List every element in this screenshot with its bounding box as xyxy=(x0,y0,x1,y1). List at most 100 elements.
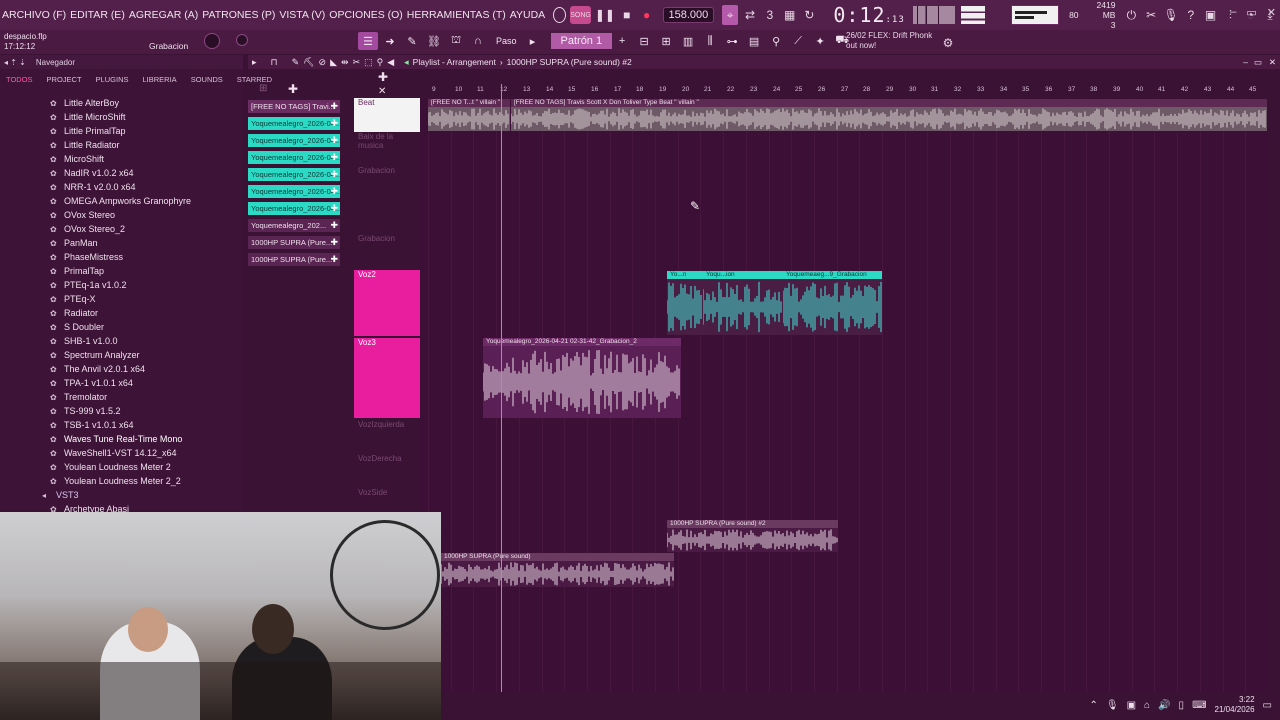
browser-nav-icon[interactable]: ◂ ⇡ ⇣ xyxy=(4,58,26,67)
news-settings-icon[interactable]: ⚙ xyxy=(938,33,958,53)
slip-tool-icon[interactable]: ⇹ xyxy=(341,57,349,68)
master-pitch-knob[interactable] xyxy=(236,34,248,46)
help-icon[interactable]: ? xyxy=(1183,5,1199,25)
tab-todos[interactable]: TODOS xyxy=(6,75,33,89)
plugin-item[interactable]: ✿ NRR-1 v2.0.0 x64 xyxy=(0,180,243,194)
magnet-icon[interactable]: ∩ xyxy=(468,32,488,50)
tray-battery-icon[interactable]: ▯ xyxy=(1179,700,1185,711)
pencil-icon[interactable]: ✎ xyxy=(402,32,422,50)
plugin-item[interactable]: ✿ PrimalTap xyxy=(0,264,243,278)
plugin-item[interactable]: ✿ TSB-1 v1.0.1 x64 xyxy=(0,418,243,432)
clip-voz2-c[interactable]: Yoquemeaeg...9_Grabacion xyxy=(783,271,882,335)
plugin-item[interactable]: ✿ TPA-1 v1.0.1 x64 xyxy=(0,376,243,390)
next-arrow-icon[interactable]: ➜ xyxy=(380,32,400,50)
menu-opciones[interactable]: OPCIONES (O) xyxy=(327,9,405,21)
pattern-list-item[interactable]: Yoquemealegro_2026-04... ✚ xyxy=(248,202,340,215)
select-tool-icon[interactable]: ⬚ xyxy=(364,57,373,68)
track-header-2[interactable]: Baix de la musica xyxy=(354,132,420,166)
plugin-item[interactable]: ✿ Radiator xyxy=(0,306,243,320)
playlist-close-icon[interactable]: ✕ xyxy=(1269,57,1276,68)
pattern-list-item[interactable]: 1000HP SUPRA (Pure... ✚ xyxy=(248,253,340,266)
menu-agregar[interactable]: AGREGAR (A) xyxy=(127,9,200,21)
maximize-icon[interactable]: ▭ xyxy=(1246,6,1256,19)
plugin-item[interactable]: ✿ Little PrimalTap xyxy=(0,124,243,138)
record-icon[interactable]: ● xyxy=(639,5,655,25)
blend-notes-icon[interactable]: ▦ xyxy=(782,5,798,25)
notifications-icon[interactable]: ▭ xyxy=(1263,700,1272,711)
plugin-icon[interactable]: ⚲ xyxy=(766,32,786,50)
pattern-add-icon[interactable]: ✚ xyxy=(330,220,338,231)
clip-voz2-b[interactable]: Yoqu...ion xyxy=(703,271,783,335)
playback-tool-icon[interactable]: ◀ xyxy=(387,57,394,68)
pattern-add-icon[interactable]: ✚ xyxy=(288,82,298,96)
clip-beat-a[interactable]: [FREE NO T...t " villain " xyxy=(428,99,510,131)
clip-supra-2[interactable]: 1000HP SUPRA (Pure sound) #2 xyxy=(667,520,838,552)
play-pattern-icon[interactable]: ▸ xyxy=(523,32,543,50)
mute-tool-icon[interactable]: ◣ xyxy=(330,57,337,68)
plugin-item[interactable]: ✿ Spectrum Analyzer xyxy=(0,348,243,362)
news-ticker[interactable]: 26/02 FLEX: Drift Phonk out now! xyxy=(846,31,932,51)
pattern-picker-icon[interactable]: ⊞ xyxy=(259,83,267,94)
clip-voz2-a[interactable]: Yo...n xyxy=(667,271,703,335)
record-mode-icon[interactable] xyxy=(553,7,567,23)
countdown-icon[interactable]: 3 xyxy=(762,5,778,25)
piano-roll-icon[interactable]: ▥ xyxy=(678,32,698,50)
plugin-item[interactable]: ✿ OVox Stereo_2 xyxy=(0,222,243,236)
wand-icon[interactable]: ✦ xyxy=(810,32,830,50)
tools-icon[interactable]: ✂ xyxy=(1143,5,1159,25)
plugin-item[interactable]: ✿ Youlean Loudness Meter 2_2 xyxy=(0,474,243,488)
delete-tool-icon[interactable]: ⊘ xyxy=(319,57,327,68)
network-icon[interactable]: ⊶ xyxy=(722,32,742,50)
menu-herramientas[interactable]: HERRAMIENTAS (T) xyxy=(405,9,508,21)
pattern-list-item[interactable]: 1000HP SUPRA (Pure... ✚ xyxy=(248,236,340,249)
pattern-add-icon[interactable]: ✚ xyxy=(330,118,338,129)
clip-voz3[interactable]: Yoquemealegro_2026-04-21 02-31-42_Grabac… xyxy=(483,338,681,418)
tempo-display[interactable]: 158.000 xyxy=(662,7,715,23)
plugin-item[interactable]: ✿ NadIR v1.0.2 x64 xyxy=(0,166,243,180)
plugin-item[interactable]: ✿ PanMan xyxy=(0,236,243,250)
menu-ayuda[interactable]: AYUDA xyxy=(508,9,547,21)
plugin-item[interactable]: ✿ The Anvil v2.0.1 x64 xyxy=(0,362,243,376)
track-close-icon[interactable]: ✕ xyxy=(378,86,386,97)
wait-input-icon[interactable]: ⇄ xyxy=(742,5,758,25)
menu-vista[interactable]: VISTA (V) xyxy=(277,9,327,21)
master-volume-knob[interactable] xyxy=(204,33,220,49)
track-header-7[interactable]: VozIzquierda xyxy=(354,420,420,452)
menu-editar[interactable]: EDITAR (E) xyxy=(68,9,127,21)
pattern-list-item[interactable]: Yoquemealegro_2026-04... ✚ xyxy=(248,151,340,164)
plugin-item-highlighted[interactable]: ✿ Waves Tune Real-Time Mono xyxy=(0,432,243,446)
plugin-item[interactable]: ✿ Little AlterBoy xyxy=(0,96,243,110)
mic-icon[interactable]: 🎙 xyxy=(1163,5,1179,25)
pause-icon[interactable]: ❚❚ xyxy=(595,5,615,25)
zoom-tool-icon[interactable]: ⚲ xyxy=(377,57,384,68)
track-header-3[interactable]: Grabacion xyxy=(354,166,420,200)
pattern-list-item[interactable]: Yoquemealegro_2026-04... ✚ xyxy=(248,134,340,147)
minimize-icon[interactable]: – xyxy=(1230,6,1236,19)
plugin-item[interactable]: ✿ OMEGA Ampworks Granophyre xyxy=(0,194,243,208)
pattern-list-item[interactable]: [FREE NO TAGS] Travi... ✚ xyxy=(248,100,340,113)
slice-tool-icon[interactable]: ✂ xyxy=(353,57,361,68)
taskbar-clock[interactable]: 3:22 21/04/2026 xyxy=(1215,695,1255,715)
draw-tool-icon[interactable]: ✎ xyxy=(292,57,300,68)
pattern-list-item[interactable]: Yoquemealegro_2026-04... ✚ xyxy=(248,185,340,198)
pattern-add-icon[interactable]: ✚ xyxy=(330,101,338,112)
plugin-item[interactable]: ✿ Little MicroShift xyxy=(0,110,243,124)
mixer-view-icon[interactable]: ⊟ xyxy=(634,32,654,50)
loop-record-icon[interactable]: ↻ xyxy=(802,5,818,25)
plugin-item[interactable]: ✿ Tremolator xyxy=(0,390,243,404)
menu-archivo[interactable]: ARCHIVO (F) xyxy=(0,9,68,21)
pattern-add-icon[interactable]: ✚ xyxy=(330,135,338,146)
metronome-icon[interactable]: ⌖ xyxy=(722,5,739,25)
timeline-ruler[interactable]: 9 10 11 12 13 14 15 16 17 18 19 20 21 22 23 24 25 26 27 28 2… xyxy=(428,84,1268,98)
tray-mic-icon[interactable]: 🎙 xyxy=(1106,700,1119,711)
playhead[interactable] xyxy=(501,84,502,694)
song-time-display[interactable]: 0:12:13 xyxy=(833,3,904,27)
save-icon[interactable]: ▣ xyxy=(1203,5,1219,25)
power-icon[interactable]: ⏻ xyxy=(1123,5,1139,25)
pattern-list-item[interactable]: Yoquemealegro_2026-04... ✚ xyxy=(248,117,340,130)
playlist-maximize-icon[interactable]: ▭ xyxy=(1254,57,1262,68)
tray-app-icon[interactable]: ▣ xyxy=(1127,700,1136,711)
plugin-item[interactable]: ✿ OVox Stereo xyxy=(0,208,243,222)
track-header-voz2[interactable]: Voz2 xyxy=(354,270,420,336)
track-add-icon[interactable]: ✚ xyxy=(378,70,388,84)
